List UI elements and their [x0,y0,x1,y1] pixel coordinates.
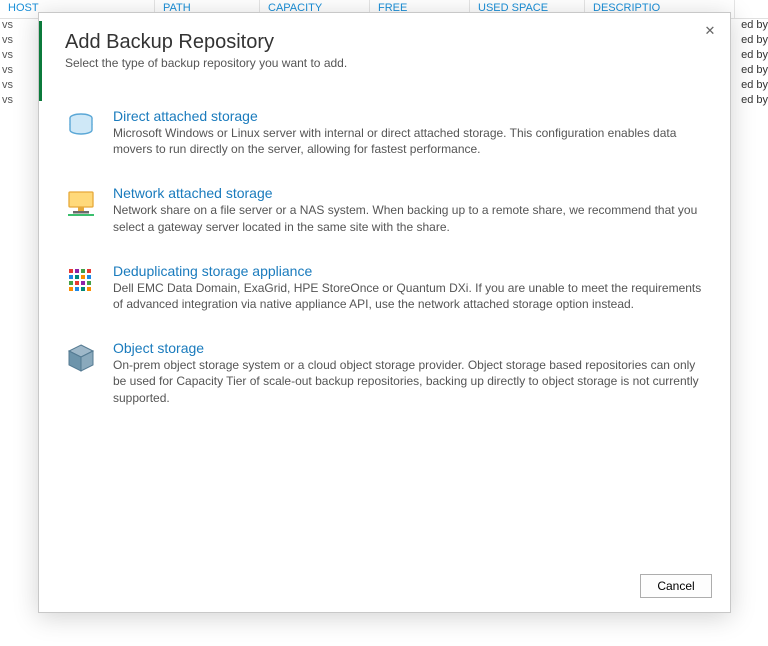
option-description: Network share on a file server or a NAS … [113,202,704,234]
cancel-button[interactable]: Cancel [640,574,712,598]
row-left-fragment: vs [2,49,13,61]
add-backup-repository-dialog: Add Backup Repository Select the type of… [38,12,731,613]
row-right-fragment: ed by [741,94,768,106]
row-left-fragment: vs [2,94,13,106]
row-left-fragment: vs [2,34,13,46]
repository-type-option[interactable]: Network attached storageNetwork share on… [65,185,704,234]
option-description: On-prem object storage system or a cloud… [113,357,704,406]
option-body: Direct attached storageMicrosoft Windows… [113,108,704,157]
close-button[interactable]: ✕ [700,21,720,41]
repository-type-list: Direct attached storageMicrosoft Windows… [39,78,730,564]
option-title: Network attached storage [113,185,704,201]
option-title: Object storage [113,340,704,356]
close-icon: ✕ [705,23,716,38]
row-right-fragment: ed by [741,19,768,31]
option-description: Dell EMC Data Domain, ExaGrid, HPE Store… [113,280,704,312]
row-left-fragment: vs [2,64,13,76]
row-right-fragment: ed by [741,49,768,61]
row-left-fragment: vs [2,19,13,31]
repository-type-option[interactable]: Object storageOn-prem object storage sys… [65,340,704,406]
option-title: Direct attached storage [113,108,704,124]
object-cube-icon [65,342,97,374]
dedupe-grid-icon [65,265,97,297]
dialog-title: Add Backup Repository [65,31,704,54]
dialog-footer: Cancel [39,564,730,612]
option-body: Deduplicating storage applianceDell EMC … [113,263,704,312]
row-left-fragment: vs [2,79,13,91]
disk-stack-icon [65,110,97,142]
option-description: Microsoft Windows or Linux server with i… [113,125,704,157]
row-right-fragment: ed by [741,64,768,76]
row-right-fragment: ed by [741,34,768,46]
repository-type-option[interactable]: Deduplicating storage applianceDell EMC … [65,263,704,312]
option-title: Deduplicating storage appliance [113,263,704,279]
option-body: Network attached storageNetwork share on… [113,185,704,234]
dialog-header: Add Backup Repository Select the type of… [39,13,730,78]
row-right-fragment: ed by [741,79,768,91]
repository-type-option[interactable]: Direct attached storageMicrosoft Windows… [65,108,704,157]
nas-monitor-icon [65,187,97,219]
option-body: Object storageOn-prem object storage sys… [113,340,704,406]
dialog-subtitle: Select the type of backup repository you… [65,56,704,70]
